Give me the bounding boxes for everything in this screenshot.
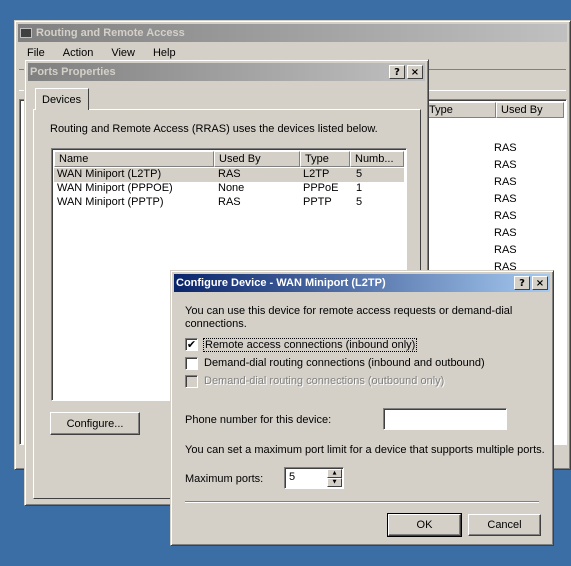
row-type: PPPoE (303, 182, 339, 194)
cancel-button-label: Cancel (487, 519, 522, 531)
row-type: PPTP (303, 196, 332, 208)
col-name[interactable]: Name (54, 151, 214, 167)
ok-button-label: OK (416, 519, 433, 531)
col-number[interactable]: Numb... (350, 151, 404, 167)
button-separator (185, 501, 539, 503)
demand-dial-inout-label[interactable]: Demand-dial routing connections (inbound… (204, 357, 485, 369)
ports-close-button[interactable]: × (407, 65, 423, 79)
configure-close-button[interactable]: × (532, 276, 548, 290)
configure-button-label: Configure... (66, 417, 124, 430)
configure-intro: You can use this device for remote acces… (185, 305, 513, 330)
configure-titlebar[interactable]: Configure Device - WAN Miniport (L2TP) ?… (174, 274, 550, 292)
row-name: WAN Miniport (PPTP) (57, 196, 164, 208)
col-used-by[interactable]: Used By (214, 151, 300, 167)
spin-down-button[interactable]: ▼ (327, 478, 342, 487)
ports-description: Routing and Remote Access (RRAS) uses th… (50, 123, 378, 135)
port-limit-text: You can set a maximum port limit for a d… (185, 444, 545, 456)
demand-dial-out-label: Demand-dial routing connections (outboun… (204, 375, 445, 387)
rras-used-by-cell: RAS (494, 210, 517, 222)
table-row[interactable]: WAN Miniport (PPPOE) None PPPoE 1 (54, 182, 404, 196)
remote-access-label[interactable]: Remote access connections (inbound only) (203, 338, 418, 352)
max-ports-label: Maximum ports: (185, 473, 264, 485)
demand-dial-out-checkbox (185, 375, 198, 388)
configure-button[interactable]: Configure... (50, 412, 140, 435)
rras-used-by-cell: RAS (494, 142, 517, 154)
ok-button[interactable]: OK (387, 513, 462, 537)
max-ports-input[interactable]: 5 ▲ ▼ (284, 467, 344, 489)
row-used-by: None (218, 182, 245, 194)
configure-title: Configure Device - WAN Miniport (L2TP) (176, 277, 386, 289)
phone-number-input[interactable] (383, 408, 507, 430)
row-used-by: RAS (218, 196, 241, 208)
ports-title: Ports Properties (30, 66, 116, 78)
tab-devices[interactable]: Devices (35, 88, 89, 110)
tab-devices-label: Devices (42, 94, 82, 106)
remote-access-checkbox[interactable]: ✔ (185, 338, 198, 351)
row-used-by: RAS (218, 168, 241, 180)
col-type[interactable]: Type (300, 151, 350, 167)
row-number: 1 (356, 182, 363, 194)
row-number: 5 (356, 196, 363, 208)
table-row[interactable]: WAN Miniport (PPTP) RAS PPTP 5 (54, 196, 404, 210)
rras-used-by-cell: RAS (494, 159, 517, 171)
rras-used-by-cell: RAS (494, 193, 517, 205)
demand-dial-inout-checkbox[interactable] (185, 357, 198, 370)
rras-app-icon (20, 28, 32, 38)
max-ports-value: 5 (289, 471, 296, 483)
row-name: WAN Miniport (PPPOE) (57, 182, 173, 194)
configure-device-dialog: Configure Device - WAN Miniport (L2TP) ?… (170, 270, 554, 546)
phone-number-label: Phone number for this device: (185, 414, 332, 426)
rras-used-by-cell: RAS (494, 244, 517, 256)
rras-titlebar[interactable]: Routing and Remote Access (18, 24, 567, 42)
ports-help-button[interactable]: ? (389, 65, 405, 79)
max-ports-spinner: ▲ ▼ (327, 469, 342, 487)
row-type: L2TP (303, 168, 330, 180)
row-number: 5 (356, 168, 363, 180)
spin-up-icon: ▲ (332, 470, 337, 476)
configure-help-button[interactable]: ? (514, 276, 530, 290)
rras-title: Routing and Remote Access (36, 27, 185, 39)
spin-up-button[interactable]: ▲ (327, 469, 342, 478)
rras-used-by-cell: RAS (494, 227, 517, 239)
spin-down-icon: ▼ (332, 479, 337, 485)
row-name: WAN Miniport (L2TP) (57, 168, 162, 180)
cancel-button[interactable]: Cancel (468, 514, 541, 536)
table-row[interactable]: WAN Miniport (L2TP) RAS L2TP 5 (54, 168, 404, 182)
rras-used-by-cell: RAS (494, 176, 517, 188)
ports-titlebar[interactable]: Ports Properties ? × (28, 63, 425, 81)
rras-col-used-by[interactable]: Used By (496, 102, 564, 118)
rras-col-type[interactable]: Type (424, 102, 496, 118)
